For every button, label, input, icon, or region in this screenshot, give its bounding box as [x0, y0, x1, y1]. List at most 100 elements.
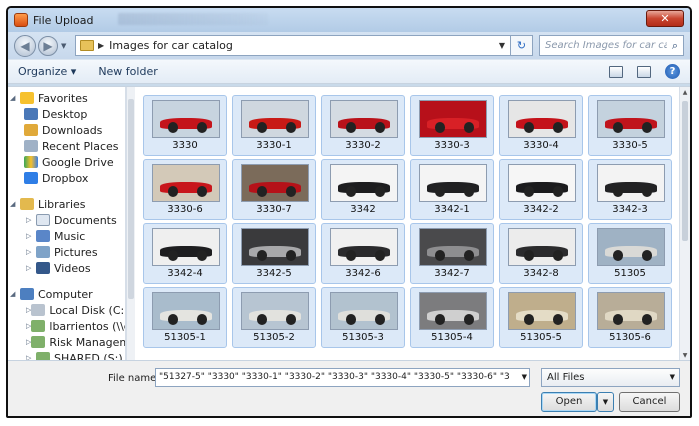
nav-downloads[interactable]: Downloads	[8, 122, 125, 138]
collapse-icon[interactable]: ◢	[10, 290, 20, 298]
chevron-down-icon[interactable]: ▼	[522, 369, 527, 386]
file-name: 3342-2	[523, 204, 559, 215]
file-tile[interactable]: 3330-1	[232, 95, 316, 156]
nav-documents[interactable]: ▷ Documents	[8, 212, 125, 228]
nav-favorites[interactable]: ◢ Favorites	[8, 90, 125, 106]
scroll-thumb[interactable]	[128, 99, 134, 299]
file-scrollbar[interactable]: ▲ ▼	[679, 87, 690, 361]
open-options-dropdown[interactable]: ▼	[597, 392, 614, 412]
wheel-shape	[523, 249, 535, 261]
wheel-shape	[641, 121, 653, 133]
breadcrumb-folder[interactable]: Images for car catalog	[109, 39, 233, 52]
path-breadcrumb[interactable]: ▶ Images for car catalog ▼	[75, 35, 511, 56]
open-button[interactable]: Open	[541, 392, 597, 412]
expand-icon[interactable]: ▷	[26, 264, 36, 272]
nav-recent-places[interactable]: Recent Places	[8, 138, 125, 154]
file-tile[interactable]: 3330-7	[232, 159, 316, 220]
file-tile[interactable]: 3342-7	[410, 223, 494, 284]
nav-local-disk[interactable]: ▷ Local Disk (C:)	[8, 302, 125, 318]
wheel-shape	[196, 313, 208, 325]
expand-icon[interactable]: ▷	[26, 216, 36, 224]
nav-network-drive-2[interactable]: ▷Risk Managemer	[8, 334, 125, 350]
refresh-button[interactable]: ↻	[511, 35, 533, 56]
nav-libraries[interactable]: ◢ Libraries	[8, 196, 125, 212]
close-button[interactable]: ✕	[646, 10, 684, 27]
preview-pane-icon[interactable]	[637, 65, 651, 78]
image-thumbnail	[152, 164, 220, 202]
nav-favorites-label: Favorites	[38, 91, 88, 105]
organize-button[interactable]: Organize ▾	[18, 65, 76, 78]
file-tile[interactable]: 3330-3	[410, 95, 494, 156]
collapse-icon[interactable]: ◢	[10, 94, 20, 102]
file-tile[interactable]: 3342-8	[499, 223, 583, 284]
nav-label: lbarrientos (\\cha	[49, 319, 125, 333]
nav-videos[interactable]: ▷ Videos	[8, 260, 125, 276]
videos-icon	[36, 262, 50, 274]
wheel-shape	[641, 313, 653, 325]
help-icon[interactable]: ?	[665, 64, 680, 79]
scroll-down-icon[interactable]: ▼	[680, 352, 690, 359]
nav-network-drive-1[interactable]: ▷lbarrientos (\\cha	[8, 318, 125, 334]
file-tile[interactable]: 51305-6	[588, 287, 672, 348]
change-view-icon[interactable]	[609, 65, 623, 78]
file-grid: 3330 3330-1 3330-2 3330-3 3330-4 3330-5 3330-6…	[135, 87, 679, 361]
wheel-shape	[552, 121, 564, 133]
recent-locations-dropdown[interactable]: ▼	[61, 42, 71, 50]
file-tile[interactable]: 3342-4	[143, 223, 227, 284]
file-tile[interactable]: 3330-2	[321, 95, 405, 156]
file-name: 3330-4	[523, 140, 559, 151]
network-drive-icon	[31, 336, 46, 348]
wheel-shape	[285, 313, 297, 325]
back-button[interactable]: ◀	[14, 34, 36, 57]
file-tile[interactable]: 3342	[321, 159, 405, 220]
scroll-up-icon[interactable]: ▲	[680, 89, 690, 96]
file-tile[interactable]: 51305-4	[410, 287, 494, 348]
breadcrumb-separator-icon[interactable]: ▶	[98, 41, 104, 50]
scroll-thumb[interactable]	[682, 101, 688, 241]
file-tile[interactable]: 3342-1	[410, 159, 494, 220]
file-tile[interactable]: 3330	[143, 95, 227, 156]
nav-desktop[interactable]: Desktop	[8, 106, 125, 122]
file-name-value[interactable]: "51327-5" "3330" "3330-1" "3330-2" "3330…	[159, 369, 509, 386]
file-tile[interactable]: 3330-6	[143, 159, 227, 220]
nav-pictures[interactable]: ▷ Pictures	[8, 244, 125, 260]
nav-music[interactable]: ▷ Music	[8, 228, 125, 244]
chevron-down-icon[interactable]: ▼	[670, 369, 675, 386]
file-tile[interactable]: 51305-5	[499, 287, 583, 348]
file-name: 3342-7	[434, 268, 470, 279]
file-tile[interactable]: 51305-3	[321, 287, 405, 348]
file-tile[interactable]: 3342-6	[321, 223, 405, 284]
image-thumbnail	[241, 100, 309, 138]
collapse-icon[interactable]: ◢	[10, 200, 20, 208]
file-tile[interactable]: 3330-5	[588, 95, 672, 156]
nav-google-drive[interactable]: Google Drive	[8, 154, 125, 170]
file-tile[interactable]: 3342-5	[232, 223, 316, 284]
path-dropdown-icon[interactable]: ▼	[494, 41, 510, 50]
wheel-shape	[345, 313, 357, 325]
wheel-shape	[612, 121, 624, 133]
file-type-select[interactable]: All Files ▼	[541, 368, 680, 387]
wheel-shape	[256, 249, 268, 261]
wheel-shape	[612, 249, 624, 261]
file-tile[interactable]: 51305	[588, 223, 672, 284]
expand-icon[interactable]: ▷	[26, 232, 36, 240]
expand-icon[interactable]: ▷	[26, 248, 36, 256]
file-tile[interactable]: 51305-1	[143, 287, 227, 348]
wheel-shape	[434, 185, 446, 197]
wheel-shape	[463, 313, 475, 325]
file-tile[interactable]: 51305-2	[232, 287, 316, 348]
navigation-scrollbar[interactable]	[126, 87, 135, 361]
file-tile[interactable]: 3330-4	[499, 95, 583, 156]
wheel-shape	[167, 185, 179, 197]
nav-dropbox[interactable]: Dropbox	[8, 170, 125, 186]
file-tile[interactable]: 3342-2	[499, 159, 583, 220]
forward-button[interactable]: ▶	[38, 35, 58, 56]
nav-label: Videos	[54, 261, 91, 275]
search-icon[interactable]: ⌕	[667, 39, 683, 53]
search-input[interactable]: Search Images for car catalog ⌕	[539, 35, 684, 56]
file-tile[interactable]: 3342-3	[588, 159, 672, 220]
nav-computer[interactable]: ◢ Computer	[8, 286, 125, 302]
new-folder-button[interactable]: New folder	[98, 65, 157, 78]
file-name-input[interactable]: "51327-5" "3330" "3330-1" "3330-2" "3330…	[155, 368, 530, 387]
cancel-button[interactable]: Cancel	[619, 392, 680, 412]
